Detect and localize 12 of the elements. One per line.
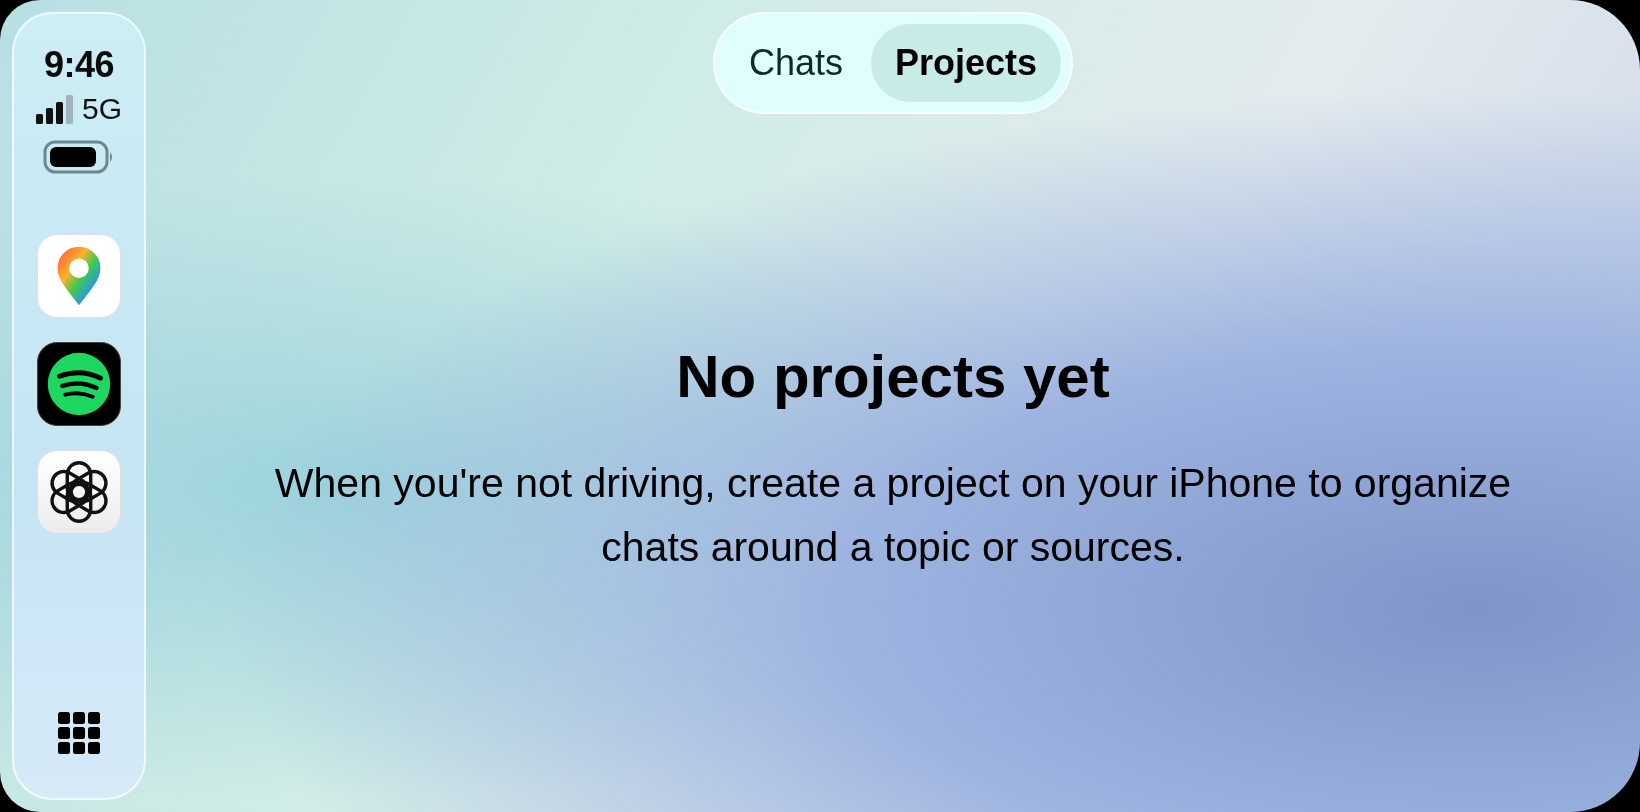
clock-time: 9:46 [43, 44, 115, 86]
empty-state-title: No projects yet [676, 342, 1110, 411]
signal-icon [36, 94, 74, 124]
app-grid-icon[interactable] [58, 712, 100, 754]
tab[interactable]: Projects [871, 24, 1062, 102]
map-pin-app-icon[interactable] [37, 234, 121, 318]
music-app-icon[interactable] [37, 342, 121, 426]
network-label: 5G [82, 92, 122, 126]
battery-icon [43, 140, 115, 174]
knot-app-icon[interactable] [37, 450, 121, 534]
tab[interactable]: Chats [724, 24, 867, 102]
empty-state-message: When you're not driving, create a project on your iPhone to organize chats around a topic or sources. [273, 459, 1513, 572]
